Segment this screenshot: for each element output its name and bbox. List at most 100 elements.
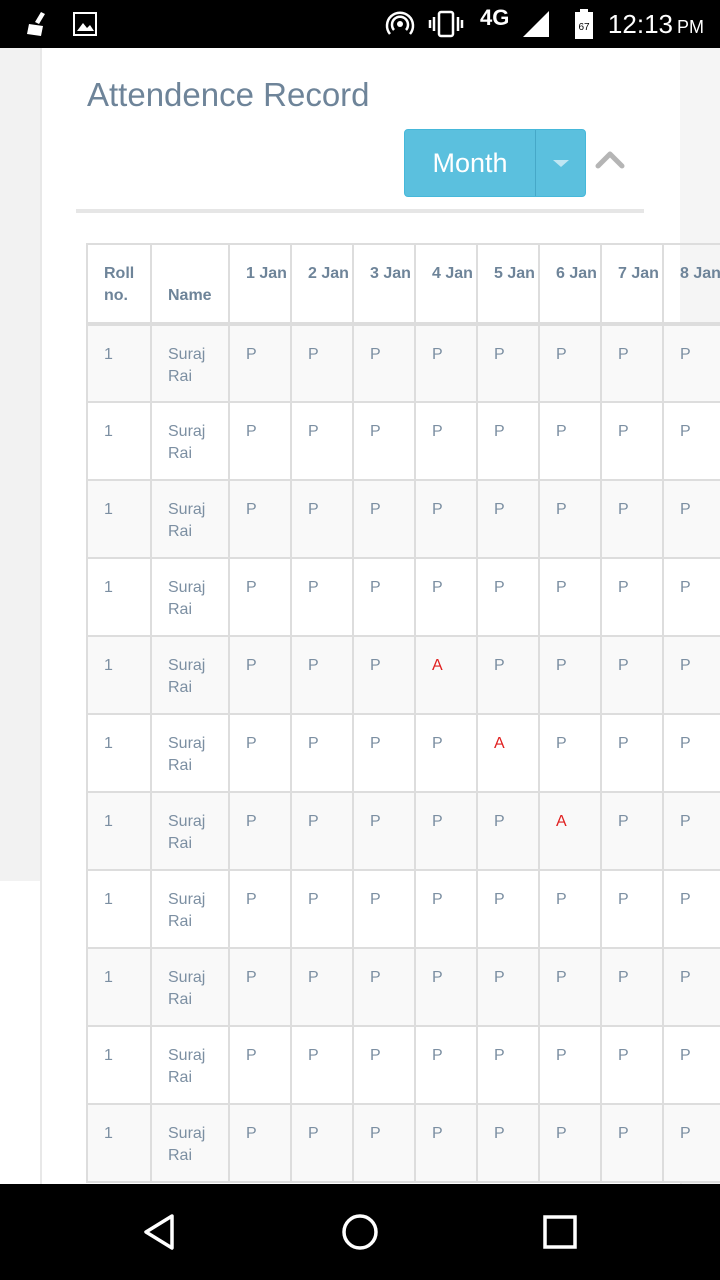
- cell-roll-no: 1: [86, 791, 152, 871]
- cell-attendance-day-1: P: [228, 713, 292, 793]
- header-day-2: 2 Jan: [290, 243, 354, 326]
- table-row: 1 Suraj Rai P P P P P P P P: [86, 557, 720, 637]
- page-title: Attendence Record: [87, 76, 370, 113]
- cell-attendance-day-6: P: [538, 557, 602, 637]
- cell-roll-no: 1: [86, 557, 152, 637]
- cell-attendance-day-1: P: [228, 1103, 292, 1183]
- attendance-table-scroll[interactable]: Roll no. Name 1 Jan 2 Jan 3 Jan 4 Jan 5 …: [86, 243, 720, 1184]
- attendance-table: Roll no. Name 1 Jan 2 Jan 3 Jan 4 Jan 5 …: [86, 243, 720, 1183]
- cell-roll-no: 1: [86, 1025, 152, 1105]
- cell-attendance-day-2: P: [290, 401, 354, 481]
- hotspot-icon: [384, 0, 416, 48]
- cell-attendance-day-6: P: [538, 1103, 602, 1183]
- battery-icon: 67: [572, 0, 596, 48]
- cell-attendance-day-1: P: [228, 947, 292, 1027]
- cell-attendance-day-7: P: [600, 791, 664, 871]
- cell-attendance-day-8: P: [662, 635, 720, 715]
- cell-attendance-day-6: P: [538, 401, 602, 481]
- cell-attendance-day-2: P: [290, 947, 354, 1027]
- cell-attendance-day-2: P: [290, 1103, 354, 1183]
- signal-icon: [520, 0, 552, 48]
- cell-attendance-day-6: P: [538, 1025, 602, 1105]
- cell-attendance-day-5: P: [476, 323, 540, 403]
- table-row: 1 Suraj Rai P P P P P P P P: [86, 947, 720, 1027]
- cell-attendance-day-3: P: [352, 1103, 416, 1183]
- cell-roll-no: 1: [86, 947, 152, 1027]
- cell-attendance-day-4: P: [414, 1103, 478, 1183]
- cell-attendance-day-6: P: [538, 323, 602, 403]
- cell-roll-no: 1: [86, 323, 152, 403]
- chevron-down-icon[interactable]: [536, 130, 585, 196]
- table-row: 1 Suraj Rai P P P P P P P P: [86, 869, 720, 949]
- cell-attendance-day-7: P: [600, 713, 664, 793]
- cell-name: Suraj Rai: [150, 479, 230, 559]
- cell-attendance-day-4: P: [414, 479, 478, 559]
- cell-attendance-day-3: P: [352, 479, 416, 559]
- back-icon[interactable]: [136, 1208, 184, 1256]
- cell-attendance-day-5: P: [476, 791, 540, 871]
- cell-attendance-day-4: P: [414, 791, 478, 871]
- table-row: 1 Suraj Rai P P P A P P P P: [86, 635, 720, 715]
- cell-attendance-day-8: P: [662, 713, 720, 793]
- cell-name: Suraj Rai: [150, 713, 230, 793]
- cell-attendance-day-1: P: [228, 1025, 292, 1105]
- cell-attendance-day-6: P: [538, 479, 602, 559]
- cell-attendance-day-5: P: [476, 557, 540, 637]
- cell-name: Suraj Rai: [150, 635, 230, 715]
- header-day-1: 1 Jan: [228, 243, 292, 326]
- cell-attendance-day-6: P: [538, 947, 602, 1027]
- cell-attendance-day-6: A: [538, 791, 602, 871]
- cell-attendance-day-7: P: [600, 1103, 664, 1183]
- cell-attendance-day-1: P: [228, 323, 292, 403]
- clock-ampm: PM: [677, 17, 704, 37]
- clock: 12:13 PM: [608, 0, 704, 48]
- cell-attendance-day-3: P: [352, 401, 416, 481]
- vibrate-icon: [426, 0, 466, 48]
- header-day-5: 5 Jan: [476, 243, 540, 326]
- recents-icon[interactable]: [536, 1208, 584, 1256]
- cell-attendance-day-8: P: [662, 557, 720, 637]
- table-row: 1 Suraj Rai P P P P P P P P: [86, 401, 720, 481]
- month-dropdown-button[interactable]: Month: [404, 129, 586, 197]
- cell-attendance-day-4: P: [414, 401, 478, 481]
- image-icon: [70, 0, 100, 48]
- cell-attendance-day-8: P: [662, 791, 720, 871]
- header-day-8: 8 Jan: [662, 243, 720, 326]
- cell-attendance-day-2: P: [290, 713, 354, 793]
- cell-attendance-day-6: P: [538, 869, 602, 949]
- cell-name: Suraj Rai: [150, 1103, 230, 1183]
- header-day-7: 7 Jan: [600, 243, 664, 326]
- cell-attendance-day-1: P: [228, 635, 292, 715]
- cell-attendance-day-2: P: [290, 479, 354, 559]
- cell-attendance-day-2: P: [290, 557, 354, 637]
- cell-attendance-day-1: P: [228, 479, 292, 559]
- cell-attendance-day-3: P: [352, 1025, 416, 1105]
- cell-attendance-day-5: P: [476, 479, 540, 559]
- cell-attendance-day-3: P: [352, 323, 416, 403]
- chevron-up-icon[interactable]: [594, 148, 626, 170]
- cell-attendance-day-5: P: [476, 1103, 540, 1183]
- header-roll-no: Roll no.: [86, 243, 152, 326]
- cell-attendance-day-3: P: [352, 635, 416, 715]
- cell-attendance-day-8: P: [662, 1103, 720, 1183]
- cell-roll-no: 1: [86, 713, 152, 793]
- cell-attendance-day-8: P: [662, 869, 720, 949]
- cell-attendance-day-2: P: [290, 869, 354, 949]
- cell-attendance-day-8: P: [662, 479, 720, 559]
- cell-name: Suraj Rai: [150, 869, 230, 949]
- cell-attendance-day-7: P: [600, 323, 664, 403]
- cell-attendance-day-3: P: [352, 791, 416, 871]
- home-icon[interactable]: [336, 1208, 384, 1256]
- cell-name: Suraj Rai: [150, 1025, 230, 1105]
- month-button-label[interactable]: Month: [405, 130, 536, 196]
- cell-attendance-day-5: P: [476, 635, 540, 715]
- cell-attendance-day-7: P: [600, 401, 664, 481]
- cell-attendance-day-7: P: [600, 635, 664, 715]
- cell-attendance-day-1: P: [228, 869, 292, 949]
- clock-time: 12:13: [607, 9, 673, 39]
- cell-name: Suraj Rai: [150, 791, 230, 871]
- cell-roll-no: 1: [86, 479, 152, 559]
- cell-roll-no: 1: [86, 635, 152, 715]
- table-row: 1 Suraj Rai P P P P A P P P: [86, 713, 720, 793]
- navigation-bar: [0, 1184, 720, 1280]
